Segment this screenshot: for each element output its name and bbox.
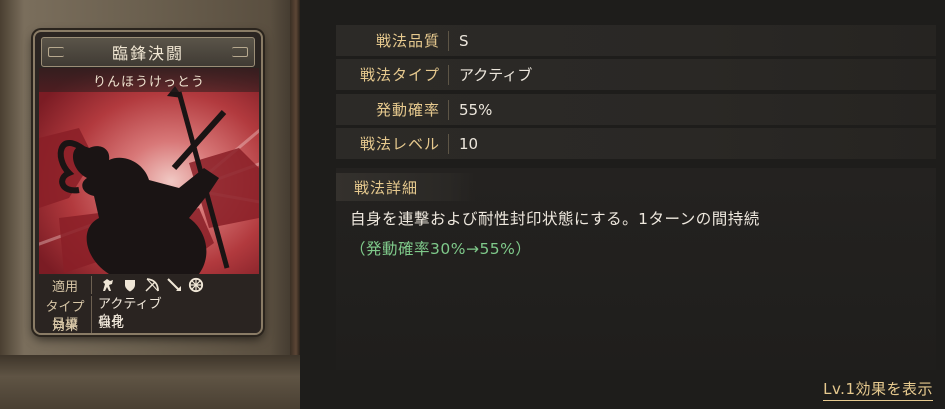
- wheel-icon: [188, 277, 204, 293]
- detail-label-bar: 戦法詳細: [336, 173, 476, 201]
- shield-icon: [125, 280, 135, 292]
- stat-row-quality: 戦法品質 S: [336, 25, 936, 56]
- spear-icon: [167, 278, 181, 291]
- detail-text-main: 自身を連撃および耐性封印状態にする。1ターンの間持続: [350, 210, 760, 228]
- detail-block: 戦法詳細 自身を連撃および耐性封印状態にする。1ターンの間持続 （発動確率30%→…: [336, 168, 936, 370]
- card-title: 臨鋒決闘: [111, 44, 184, 63]
- warrior-silhouette: [39, 86, 259, 274]
- stat-value: 10: [459, 134, 479, 153]
- card-title-bar: 臨鋒決闘: [41, 37, 255, 67]
- stat-value: S: [459, 31, 469, 50]
- info-row-units: 適用: [39, 275, 204, 295]
- units-label: 適用: [51, 279, 78, 295]
- detail-label: 戦法詳細: [354, 178, 419, 197]
- title-ornament-right: [232, 47, 248, 57]
- title-ornament-left: [48, 47, 64, 57]
- stat-label: 発動確率: [375, 101, 440, 119]
- stat-value: 55%: [459, 100, 493, 119]
- card-reading: りんほうけっとう: [92, 74, 205, 90]
- stat-label: 戦法品質: [375, 32, 440, 50]
- detail-text-chance: （発動確率30%→55%）: [350, 240, 532, 258]
- stat-row-chance: 発動確率 55%: [336, 94, 936, 125]
- stat-row-type: 戦法タイプ アクティブ: [336, 59, 936, 90]
- detail-panel: 戦法品質 S 戦法タイプ アクティブ 発動確率 55% 戦法レベル 10 戦法詳…: [300, 0, 945, 409]
- stat-value: アクティブ: [459, 66, 533, 84]
- card-artwork: りんほうけっとう: [39, 68, 259, 274]
- bow-icon: [145, 278, 159, 292]
- detail-text: 自身を連撃および耐性封印状態にする。1ターンの間持続 （発動確率30%→55%）: [350, 204, 935, 264]
- target-label: 目標: [51, 316, 78, 332]
- stat-label: 戦法レベル: [359, 135, 440, 153]
- info-row-target: 目標 自身: [39, 312, 124, 332]
- reading-band: りんほうけっとう: [39, 68, 259, 92]
- stat-row-level: 戦法レベル 10: [336, 128, 936, 159]
- cavalry-icon: [103, 279, 113, 291]
- show-lv1-effect-link[interactable]: Lv.1効果を表示: [823, 378, 933, 401]
- stat-label: 戦法タイプ: [359, 66, 440, 84]
- tactic-card[interactable]: 臨鋒決闘 りんほうけっとう 適用 タイプ アクティブ 効果 強化 目標 自身: [33, 30, 263, 335]
- unit-icons: [91, 276, 204, 294]
- target-value: 自身: [91, 313, 124, 331]
- scroll-roll: [0, 355, 300, 409]
